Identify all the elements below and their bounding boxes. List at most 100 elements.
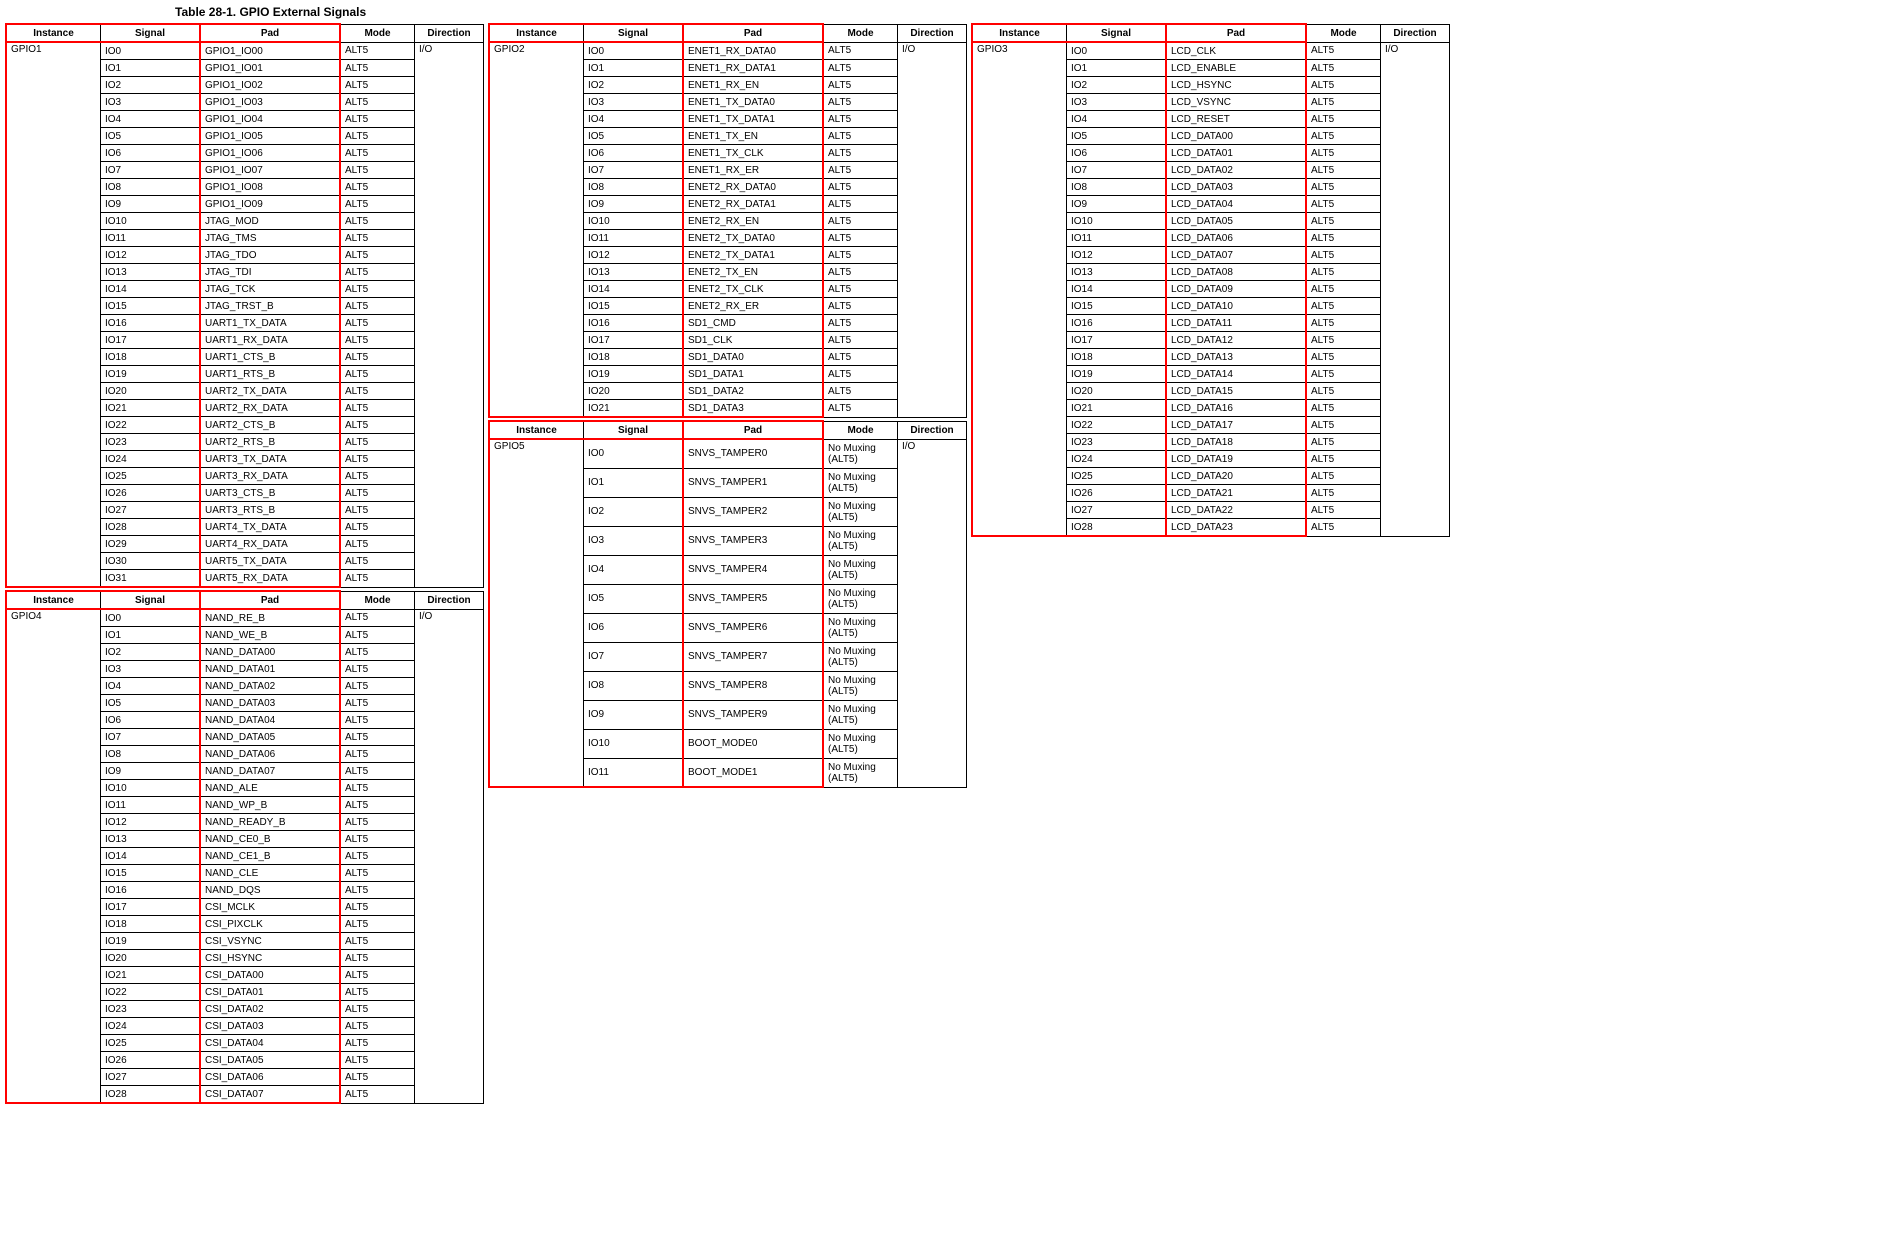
pad-cell: CSI_DATA03	[200, 1018, 340, 1035]
signal-cell: IO16	[584, 315, 684, 332]
signal-cell: IO19	[1067, 366, 1167, 383]
pad-cell: LCD_DATA20	[1166, 468, 1306, 485]
signal-cell: IO12	[1067, 247, 1167, 264]
signal-cell: IO1	[584, 468, 684, 497]
mode-cell: No Muxing (ALT5)	[823, 439, 898, 468]
mode-cell: ALT5	[340, 502, 415, 519]
signal-cell: IO0	[1067, 42, 1167, 60]
mode-cell: ALT5	[340, 967, 415, 984]
col-header-direction: Direction	[415, 24, 484, 42]
pad-cell: ENET1_RX_DATA0	[683, 42, 823, 60]
mode-cell: ALT5	[1306, 434, 1381, 451]
mode-cell: ALT5	[823, 281, 898, 298]
pad-cell: ENET2_RX_DATA0	[683, 179, 823, 196]
mode-cell: ALT5	[340, 94, 415, 111]
mode-cell: ALT5	[1306, 485, 1381, 502]
pad-cell: NAND_WP_B	[200, 797, 340, 814]
pad-cell: ENET2_TX_CLK	[683, 281, 823, 298]
mode-cell: ALT5	[340, 661, 415, 678]
mode-cell: ALT5	[340, 899, 415, 916]
pad-cell: LCD_DATA05	[1166, 213, 1306, 230]
mode-cell: ALT5	[340, 536, 415, 553]
signal-cell: IO5	[584, 584, 684, 613]
pad-cell: JTAG_TCK	[200, 281, 340, 298]
mode-cell: ALT5	[1306, 366, 1381, 383]
pad-cell: SNVS_TAMPER1	[683, 468, 823, 497]
mode-cell: ALT5	[823, 128, 898, 145]
mode-cell: ALT5	[823, 60, 898, 77]
pad-cell: NAND_DATA06	[200, 746, 340, 763]
mode-cell: ALT5	[1306, 77, 1381, 94]
pad-cell: NAND_DATA07	[200, 763, 340, 780]
signal-cell: IO9	[101, 196, 201, 213]
pad-cell: LCD_DATA14	[1166, 366, 1306, 383]
pad-cell: SD1_DATA2	[683, 383, 823, 400]
mode-cell: ALT5	[340, 349, 415, 366]
signal-cell: IO15	[1067, 298, 1167, 315]
table-row: GPIO5IO0SNVS_TAMPER0No Muxing (ALT5)I/O	[489, 439, 967, 468]
signal-cell: IO30	[101, 553, 201, 570]
pad-cell: ENET1_TX_DATA0	[683, 94, 823, 111]
pad-cell: UART3_CTS_B	[200, 485, 340, 502]
pad-cell: SD1_DATA3	[683, 400, 823, 418]
pad-cell: CSI_DATA04	[200, 1035, 340, 1052]
col-header-mode: Mode	[340, 24, 415, 42]
table-row: GPIO4IO0NAND_RE_BALT5I/O	[6, 609, 484, 627]
mode-cell: ALT5	[340, 831, 415, 848]
mode-cell: ALT5	[1306, 349, 1381, 366]
pad-cell: LCD_DATA00	[1166, 128, 1306, 145]
signal-cell: IO11	[584, 758, 684, 787]
col-header-pad: Pad	[683, 24, 823, 42]
pad-cell: LCD_DATA12	[1166, 332, 1306, 349]
mode-cell: ALT5	[340, 42, 415, 60]
pad-cell: BOOT_MODE0	[683, 729, 823, 758]
pad-cell: SD1_CLK	[683, 332, 823, 349]
table-row: GPIO3IO0LCD_CLKALT5I/O	[972, 42, 1450, 60]
signal-cell: IO20	[1067, 383, 1167, 400]
mode-cell: ALT5	[340, 332, 415, 349]
signal-cell: IO22	[101, 984, 201, 1001]
pad-cell: LCD_DATA03	[1166, 179, 1306, 196]
signal-cell: IO8	[101, 746, 201, 763]
mode-cell: No Muxing (ALT5)	[823, 613, 898, 642]
signal-cell: IO10	[584, 729, 684, 758]
signal-cell: IO2	[584, 77, 684, 94]
pad-cell: SD1_DATA1	[683, 366, 823, 383]
col-header-mode: Mode	[823, 24, 898, 42]
signal-cell: IO4	[584, 555, 684, 584]
signal-cell: IO22	[1067, 417, 1167, 434]
mode-cell: ALT5	[340, 179, 415, 196]
mode-cell: ALT5	[340, 1086, 415, 1104]
pad-cell: LCD_HSYNC	[1166, 77, 1306, 94]
direction-cell: I/O	[898, 439, 967, 787]
pad-cell: SNVS_TAMPER5	[683, 584, 823, 613]
mode-cell: ALT5	[823, 247, 898, 264]
pad-cell: LCD_DATA01	[1166, 145, 1306, 162]
signal-cell: IO0	[584, 439, 684, 468]
mode-cell: ALT5	[340, 609, 415, 627]
signal-cell: IO14	[584, 281, 684, 298]
mode-cell: ALT5	[1306, 94, 1381, 111]
signal-cell: IO12	[584, 247, 684, 264]
signal-cell: IO17	[584, 332, 684, 349]
mode-cell: ALT5	[340, 1001, 415, 1018]
col-header-direction: Direction	[415, 591, 484, 609]
signal-cell: IO14	[101, 848, 201, 865]
pad-cell: JTAG_MOD	[200, 213, 340, 230]
pad-cell: GPIO1_IO05	[200, 128, 340, 145]
signal-cell: IO8	[101, 179, 201, 196]
pad-cell: LCD_DATA07	[1166, 247, 1306, 264]
signal-cell: IO11	[584, 230, 684, 247]
signal-cell: IO9	[1067, 196, 1167, 213]
pad-cell: ENET2_TX_DATA1	[683, 247, 823, 264]
mode-cell: ALT5	[340, 366, 415, 383]
mode-cell: No Muxing (ALT5)	[823, 468, 898, 497]
pad-cell: UART5_TX_DATA	[200, 553, 340, 570]
signal-cell: IO19	[101, 366, 201, 383]
pad-cell: UART1_TX_DATA	[200, 315, 340, 332]
signal-cell: IO27	[101, 1069, 201, 1086]
col-header-direction: Direction	[898, 24, 967, 42]
instance-cell: GPIO3	[972, 42, 1067, 536]
pad-cell: LCD_DATA08	[1166, 264, 1306, 281]
instance-cell: GPIO5	[489, 439, 584, 787]
